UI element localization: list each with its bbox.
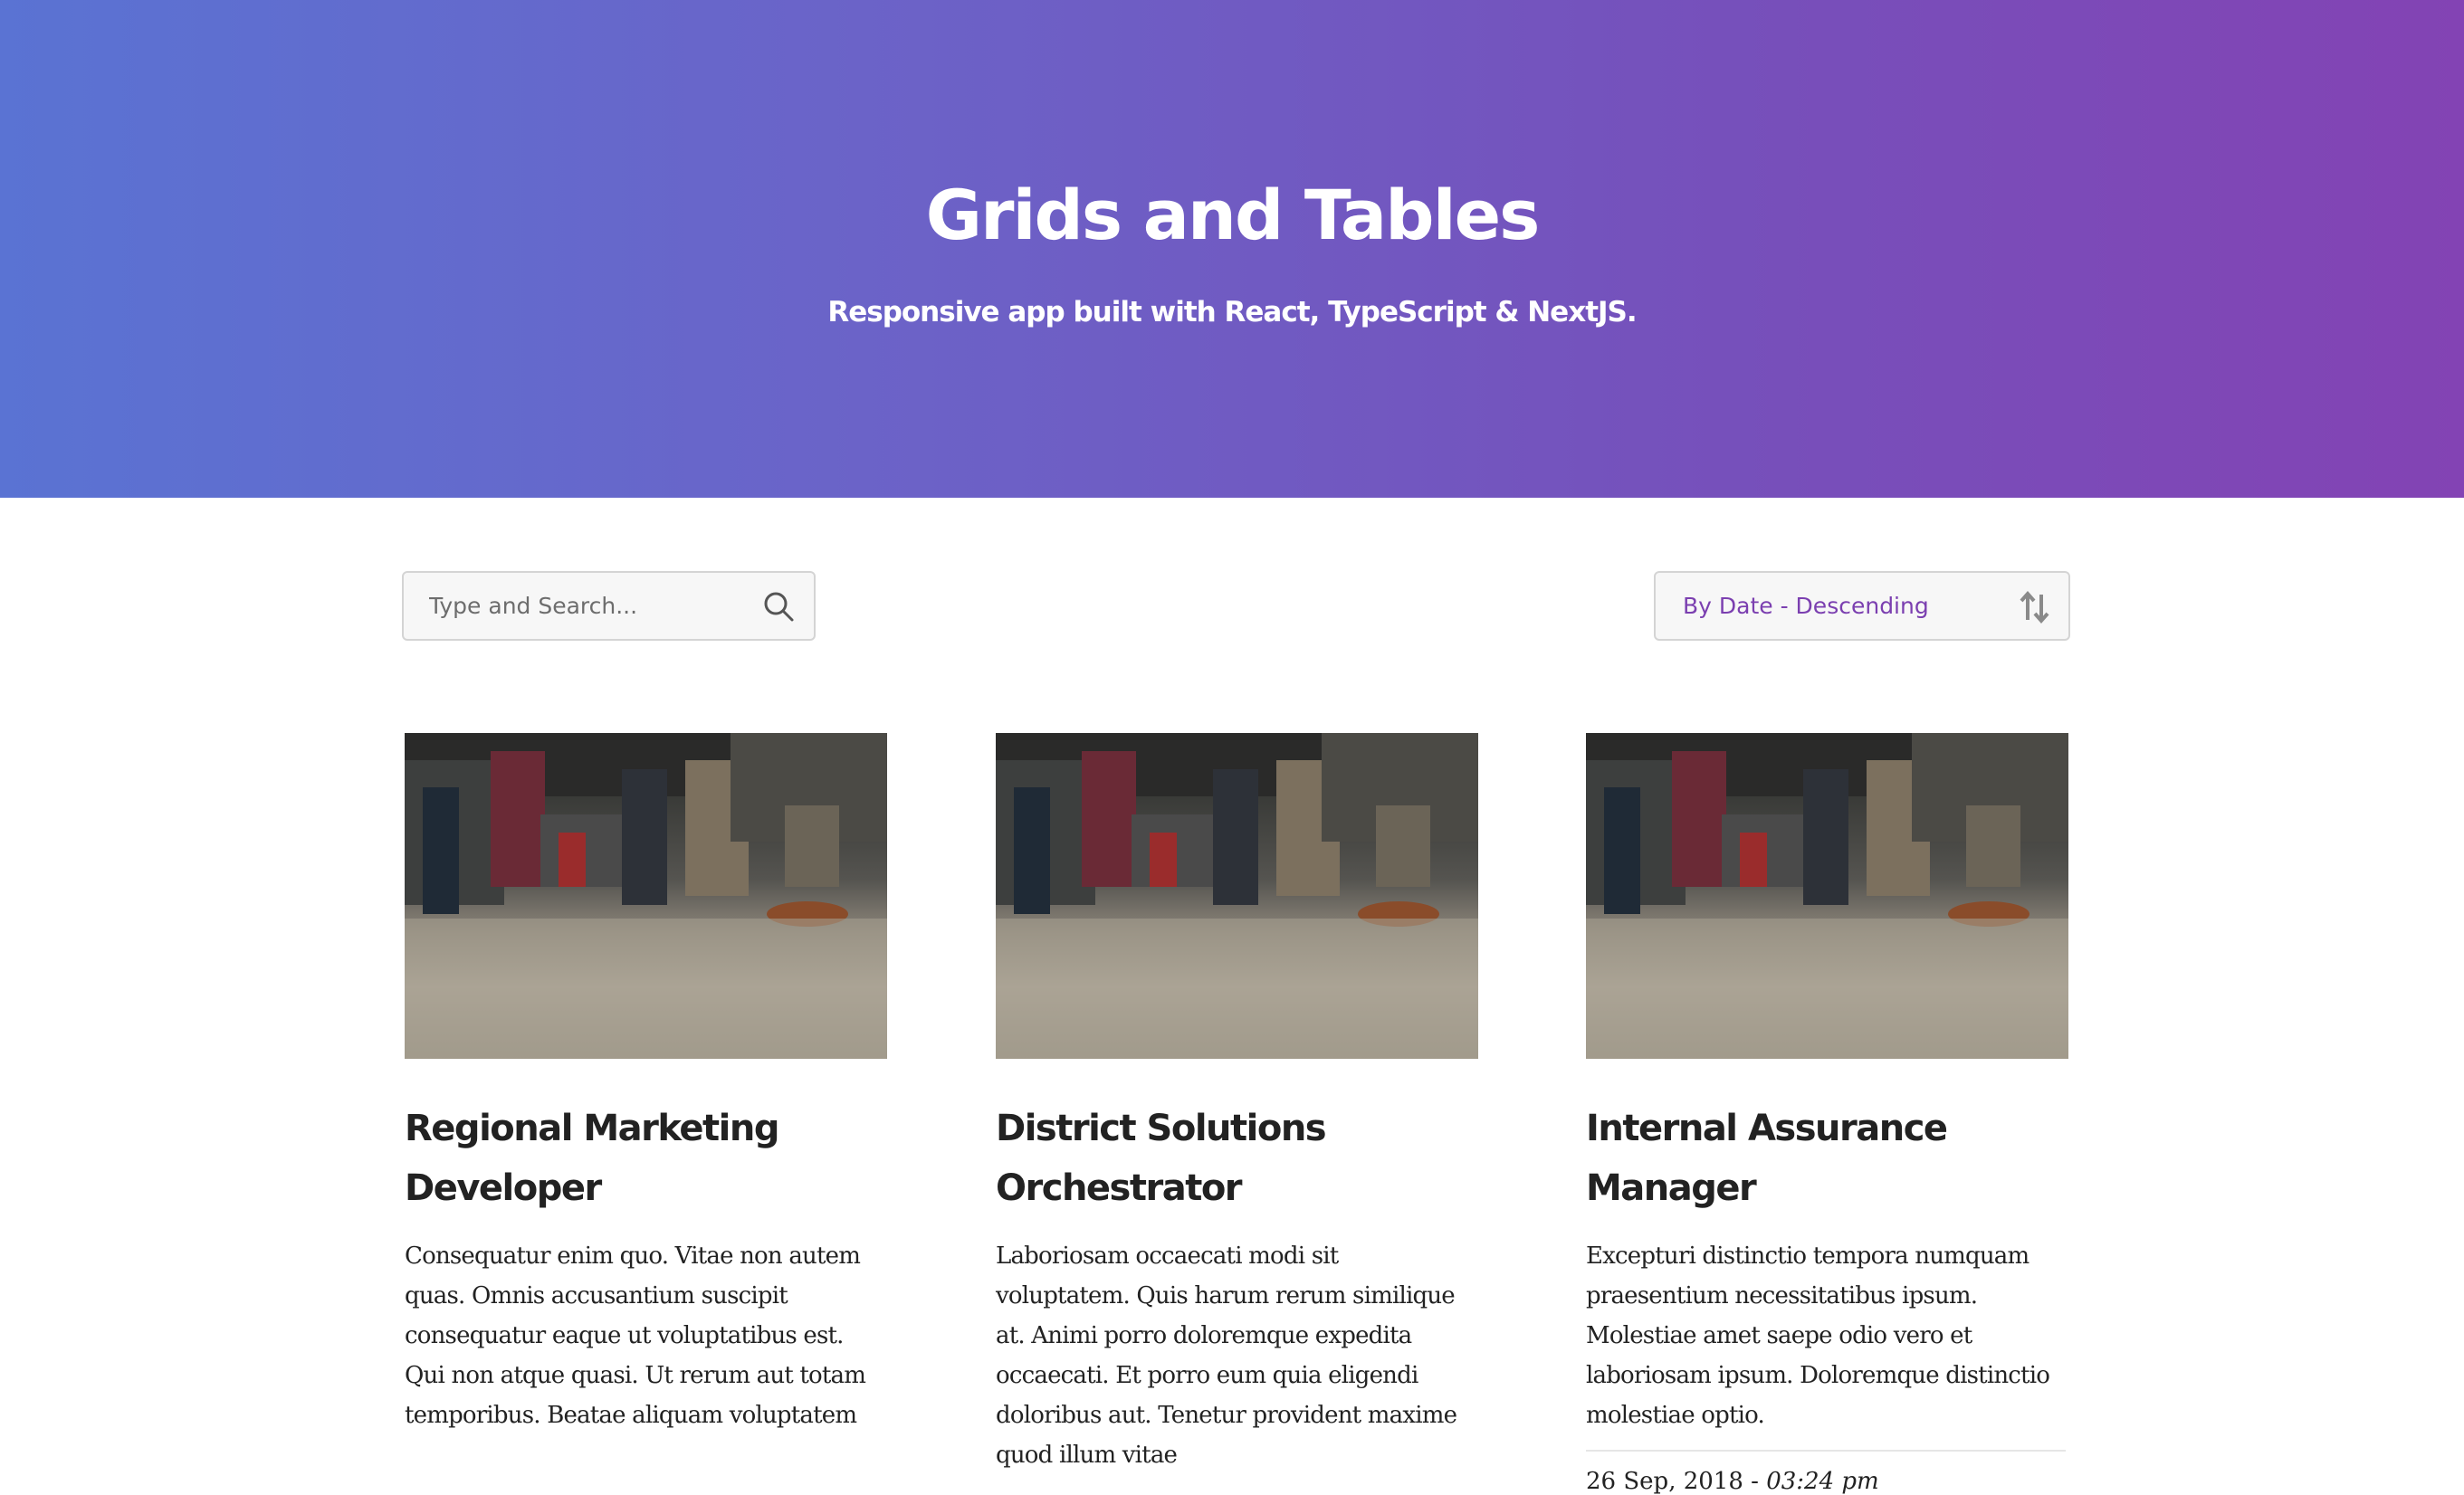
search-input[interactable] [429,573,755,639]
card-image [1586,733,2068,1059]
page-subtitle: Responsive app built with React, TypeScr… [827,296,1637,329]
card-title[interactable]: Regional Marketing Developer [405,1099,887,1218]
card-description: Consequatur enim quo. Vitae non autem qu… [405,1243,866,1429]
page-title: Grids and Tables [925,175,1541,255]
card-image [996,733,1478,1059]
card-image [405,733,887,1059]
card[interactable]: Regional Marketing Developer Consequatur… [405,733,887,1435]
sort-select-value: By Date - Descending [1683,593,1929,619]
sort-arrows-icon [2020,590,2049,624]
card-date: 26 Sep, 2018 - 03:24 pm [1586,1468,2068,1495]
search-icon[interactable] [761,589,796,624]
sort-select[interactable]: By Date - Descending [1654,571,2070,641]
card-title[interactable]: Internal Assurance Manager [1586,1099,2068,1218]
card-date-time: 03:24 pm [1766,1468,1879,1495]
card-date-day: 26 Sep, 2018 - [1586,1468,1767,1495]
card-title[interactable]: District Solutions Orchestrator [996,1099,1478,1218]
card-divider [1586,1450,2066,1452]
card[interactable]: District Solutions Orchestrator Laborios… [996,733,1478,1475]
hero-banner: Grids and Tables Responsive app built wi… [0,0,2464,498]
card-description: Excepturi distinctio tempora numquam pra… [1586,1243,2050,1429]
search-box[interactable] [402,571,816,641]
card-description: Laboriosam occaecati modi sit voluptatem… [996,1243,1457,1469]
card[interactable]: Internal Assurance Manager Excepturi dis… [1586,733,2068,1495]
